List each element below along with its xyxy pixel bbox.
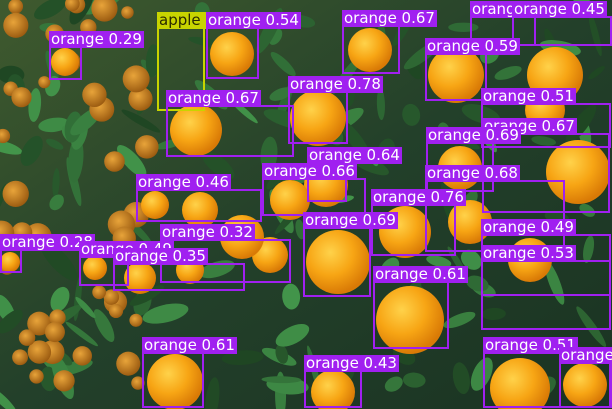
detection-label: orange 0.49: [481, 218, 576, 236]
orange-detection-box: orange 0.67: [342, 10, 437, 74]
detection-label: orange 0.76: [371, 188, 466, 206]
detection-label: orange 0.59: [425, 37, 520, 55]
orange-detection-box: orange 0.61: [373, 266, 468, 349]
orange-detection-box: orange 0.46: [136, 174, 262, 222]
detection-label: orange 0.67: [342, 9, 437, 27]
detection-label: orange 0.46: [136, 173, 231, 191]
orange-detection-box: orange 0.61: [142, 337, 237, 408]
detection-label: orange 0.67: [166, 89, 261, 107]
detection-label: orange 0.45: [512, 0, 607, 18]
detection-label: orange 0.29: [49, 30, 144, 48]
detection-label: orange 0.78: [288, 75, 383, 93]
detection-label: orange 0.69: [303, 211, 398, 229]
detection-label: orange 0.35: [113, 247, 208, 265]
detection-scene: apple 0.25 orange 0.29 orange 0.54 orange 0…: [0, 0, 612, 409]
orange-detection-box: orange 0.63: [559, 347, 612, 408]
orange-detection-box: orange 0.35: [113, 248, 245, 291]
orange-detection-box: orange 0.43: [304, 355, 399, 408]
orange-detection-box: orange 0.67: [166, 90, 294, 157]
orange-detection-box: orange 0.28: [0, 234, 95, 273]
orange-detection-box: orange 0.29: [49, 31, 144, 80]
orange-detection-box: orange 0.59: [425, 38, 520, 101]
detection-label: orange 0.54: [206, 11, 301, 29]
detection-label: orange 0.43: [304, 354, 399, 372]
detection-label: orange 0.63: [559, 347, 612, 364]
detection-label: orange 0.32: [160, 223, 255, 241]
orange-detection-box: orange 0.78: [288, 76, 383, 144]
detection-label: orange 0.51: [481, 87, 576, 105]
detection-label: orange 0.53: [481, 244, 576, 262]
detection-label: orange 0.61: [373, 265, 468, 283]
orange-detection-box: orange 0.69: [303, 212, 398, 297]
detection-label: orange 0.66: [262, 162, 357, 180]
orange-detection-box: orange 0.45: [512, 1, 612, 46]
orange-detection-box: orange 0.53: [481, 245, 611, 330]
orange-detection-box: orange 0.54: [206, 12, 301, 79]
detection-label: orange 0.69: [426, 126, 521, 144]
detection-label: orange 0.61: [142, 336, 237, 354]
detection-label: orange 0.68: [425, 164, 520, 182]
